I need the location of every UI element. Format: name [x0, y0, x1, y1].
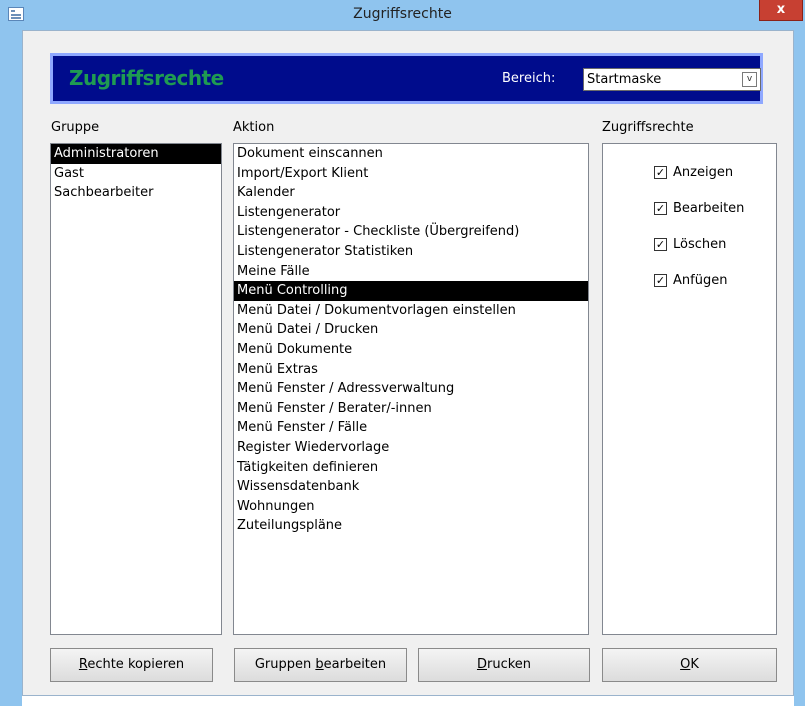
- checkbox[interactable]: ✓: [654, 201, 667, 215]
- action-list-item[interactable]: Listengenerator: [234, 203, 588, 223]
- action-list-item[interactable]: Import/Export Klient: [234, 164, 588, 184]
- action-list-item[interactable]: Kalender: [234, 183, 588, 203]
- permission-label: Anzeigen: [673, 164, 734, 180]
- gruppe-label: Gruppe: [51, 120, 100, 135]
- group-listbox[interactable]: Administratoren Gast Sachbearbeiter: [50, 143, 222, 635]
- group-list-item[interactable]: Gast: [51, 164, 221, 184]
- permission-label: Bearbeiten: [673, 200, 745, 216]
- aktion-label: Aktion: [233, 120, 275, 135]
- action-list-item[interactable]: Menü Datei / Drucken: [234, 320, 588, 340]
- permissions-panel: ✓ Anzeigen ✓ Bearbeiten ✓ Löschen ✓ Anfügen: [602, 143, 777, 635]
- group-list-item[interactable]: Administratoren: [51, 144, 221, 164]
- client-area: Zugriffsrechte Bereich: Startmaske v Gru…: [22, 30, 794, 696]
- drucken-button[interactable]: Drucken: [418, 648, 590, 682]
- action-list-item[interactable]: Tätigkeiten definieren: [234, 458, 588, 478]
- zugriffsrechte-label: Zugriffsrechte: [602, 120, 694, 135]
- bereich-label: Bereich:: [502, 71, 556, 86]
- checkbox[interactable]: ✓: [654, 273, 667, 287]
- close-button[interactable]: x: [759, 0, 803, 21]
- action-list-item[interactable]: Menü Dokumente: [234, 340, 588, 360]
- action-listbox[interactable]: Dokument einscannen Import/Export Klient K…: [233, 143, 589, 635]
- bottom-strip: [22, 696, 794, 706]
- action-list-item[interactable]: Wissensdatenbank: [234, 477, 588, 497]
- action-list-item[interactable]: Zuteilungspläne: [234, 516, 588, 536]
- title-bar[interactable]: Zugriffsrechte x: [0, 0, 805, 30]
- gruppen-bearbeiten-button[interactable]: Gruppen bearbeiten: [234, 648, 407, 682]
- action-list-item[interactable]: Menü Controlling: [234, 281, 588, 301]
- group-list-item[interactable]: Sachbearbeiter: [51, 183, 221, 203]
- permission-checkbox-row[interactable]: ✓ Anfügen: [654, 271, 727, 289]
- dialog-window: Zugriffsrechte x Zugriffsrechte Bereich:…: [0, 0, 805, 706]
- action-list-item[interactable]: Listengenerator - Checkliste (Übergreife…: [234, 222, 588, 242]
- action-list-item[interactable]: Listengenerator Statistiken: [234, 242, 588, 262]
- permission-checkbox-row[interactable]: ✓ Bearbeiten: [654, 199, 744, 217]
- rechte-kopieren-button[interactable]: Rechte kopieren: [50, 648, 213, 682]
- permission-checkbox-row[interactable]: ✓ Anzeigen: [654, 163, 733, 181]
- action-list-item[interactable]: Menü Fenster / Adressverwaltung: [234, 379, 588, 399]
- action-list-item[interactable]: Menü Datei / Dokumentvorlagen einstellen: [234, 301, 588, 321]
- permission-label: Löschen: [673, 236, 727, 252]
- permission-checkbox-row[interactable]: ✓ Löschen: [654, 235, 726, 253]
- bereich-selected-value: Startmaske: [587, 72, 662, 87]
- action-list-item[interactable]: Menü Fenster / Berater/-innen: [234, 399, 588, 419]
- action-list-item[interactable]: Dokument einscannen: [234, 144, 588, 164]
- window-title: Zugriffsrechte: [353, 6, 452, 22]
- checkbox[interactable]: ✓: [654, 165, 667, 179]
- chevron-down-icon[interactable]: v: [742, 72, 757, 87]
- action-list-item[interactable]: Menü Extras: [234, 360, 588, 380]
- action-list-item[interactable]: Register Wiedervorlage: [234, 438, 588, 458]
- bereich-dropdown[interactable]: Startmaske v: [583, 68, 761, 91]
- ok-button[interactable]: OK: [602, 648, 777, 682]
- header-banner: Zugriffsrechte Bereich: Startmaske v: [50, 53, 763, 104]
- permission-label: Anfügen: [673, 272, 728, 288]
- header-title: Zugriffsrechte: [69, 66, 224, 90]
- action-list-item[interactable]: Wohnungen: [234, 497, 588, 517]
- checkbox[interactable]: ✓: [654, 237, 667, 251]
- action-list-item[interactable]: Menü Fenster / Fälle: [234, 418, 588, 438]
- action-list-item[interactable]: Meine Fälle: [234, 262, 588, 282]
